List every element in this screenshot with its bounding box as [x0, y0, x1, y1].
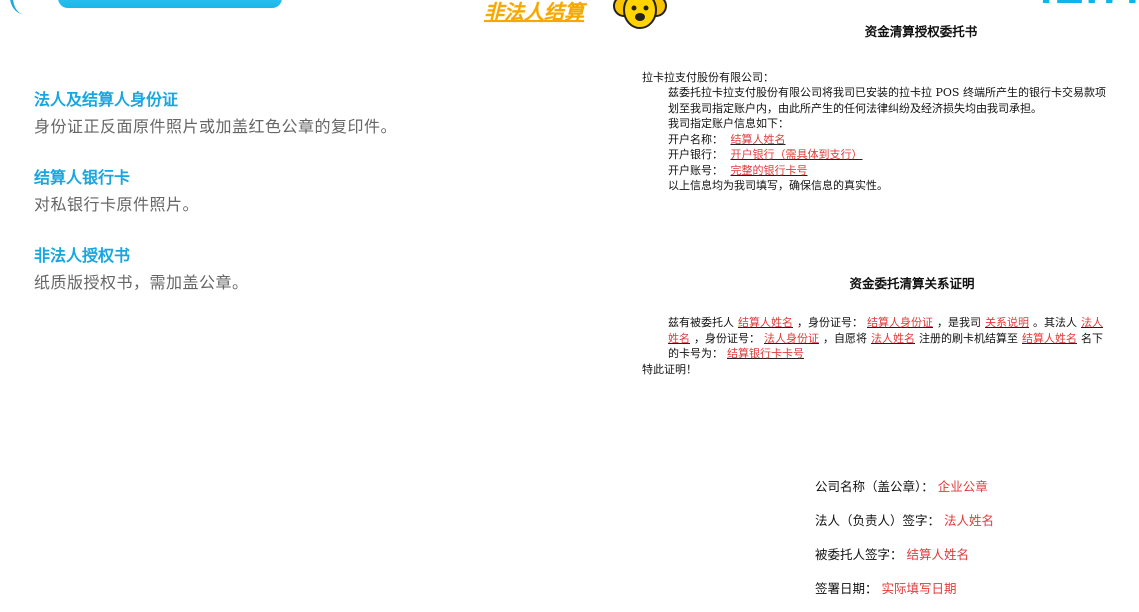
certificate-closing: 特此证明！ [642, 362, 697, 376]
cert-text: 。其法人 [1033, 316, 1077, 329]
field-label: 开户账号： [668, 163, 723, 177]
signature-block: 公司名称（盖公章）： 企业公章 法人（负责人）签字： 法人姓名 被委托人签字： … [815, 478, 994, 612]
cert-value: 结算人姓名 [738, 316, 793, 329]
requirements-list: 法人及结算人身份证 身份证正反面原件照片或加盖红色公章的复印件。 结算人银行卡 … [34, 88, 554, 322]
signature-value: 法人姓名 [944, 513, 995, 528]
authorization-title: 资金清算授权委托书 [864, 24, 978, 39]
cert-text: 兹有被委托人 [668, 316, 734, 329]
requirement-description: 对私银行卡原件照片。 [34, 195, 200, 214]
account-field-bank: 开户银行： 开户银行（需具体到支行） [642, 147, 1112, 163]
signature-line: 签署日期： 实际填写日期 [815, 580, 994, 612]
signature-line: 公司名称（盖公章）： 企业公章 [815, 478, 994, 512]
certificate-body: 兹有被委托人 结算人姓名 ，身份证号： 结算人身份证 ，是我司 关系说明 。其法人 法人姓名，… [642, 315, 1112, 362]
requirement-title: 法人及结算人身份证 [34, 90, 179, 109]
signature-value: 结算人姓名 [906, 547, 970, 562]
account-intro: 我司指定账户信息如下： [668, 117, 789, 130]
certificate-title: 资金委托清算关系证明 [849, 275, 975, 291]
page: 非法人结算 IEI7I 法人及结算人身份证 身份证正反面原件照片或加盖红色公章的… [0, 0, 1139, 612]
cert-text: ，身份证号： [797, 316, 863, 329]
signature-line: 被委托人签字： 结算人姓名 [815, 546, 994, 580]
header-banner-pill [58, 0, 282, 8]
account-field-number: 开户账号： 完整的银行卡号 [642, 163, 1112, 179]
section-logo-text: 非法人结算 [484, 0, 584, 24]
cert-value: 结算银行卡卡号 [727, 347, 804, 360]
signature-label: 签署日期： [815, 581, 878, 596]
requirement-item: 非法人授权书 纸质版授权书，需加盖公章。 [34, 244, 554, 295]
requirement-item: 法人及结算人身份证 身份证正反面原件照片或加盖红色公章的复印件。 [34, 88, 554, 139]
cert-value: 结算人姓名 [1022, 331, 1077, 345]
document-closing: 以上信息均为我司填写，确保信息的真实性。 [668, 179, 888, 192]
requirement-item: 结算人银行卡 对私银行卡原件照片。 [34, 166, 554, 217]
field-value: 结算人姓名 [730, 132, 786, 146]
cert-text: ，身份证号： [694, 331, 760, 345]
field-value: 完整的银行卡号 [730, 163, 808, 177]
cert-value: 法人姓名 [871, 331, 915, 345]
decorative-arc [10, 0, 37, 14]
signature-label: 法人（负责人）签字： [815, 513, 941, 528]
field-label: 开户银行： [668, 148, 723, 161]
signature-value: 企业公章 [937, 479, 988, 494]
field-value: 开户银行（需具体到支行） [730, 148, 863, 161]
signature-value: 实际填写日期 [881, 581, 957, 596]
cert-value: 法人身份证 [764, 331, 819, 345]
document-addressee: 拉卡拉支付股份有限公司： [642, 70, 774, 84]
authorization-document: 资金清算授权委托书 拉卡拉支付股份有限公司： 兹委托拉卡拉支付股份有限公司将我司… [642, 24, 1112, 377]
header-title-fragment: IEI7I [1040, 0, 1139, 14]
cert-value: 结算人身份证 [867, 316, 933, 329]
account-field-name: 开户名称： 结算人姓名 [642, 132, 1112, 148]
cert-text: ，是我司 [937, 316, 981, 329]
requirement-title: 非法人授权书 [34, 246, 131, 265]
requirement-title: 结算人银行卡 [34, 168, 131, 187]
signature-label: 被委托人签字： [815, 547, 903, 562]
document-body: 兹委托拉卡拉支付股份有限公司将我司已安装的拉卡拉 POS 终端所产生的银行卡交易… [668, 86, 1106, 115]
requirement-description: 身份证正反面原件照片或加盖红色公章的复印件。 [34, 117, 398, 136]
field-label: 开户名称： [668, 132, 723, 146]
cert-value: 关系说明 [985, 316, 1029, 329]
requirement-description: 纸质版授权书，需加盖公章。 [34, 273, 249, 292]
signature-line: 法人（负责人）签字： 法人姓名 [815, 512, 994, 546]
cert-text: ，自愿将 [823, 331, 867, 345]
signature-label: 公司名称（盖公章）： [815, 479, 934, 494]
cert-text: 注册的刷卡机结算至 [919, 331, 1018, 345]
